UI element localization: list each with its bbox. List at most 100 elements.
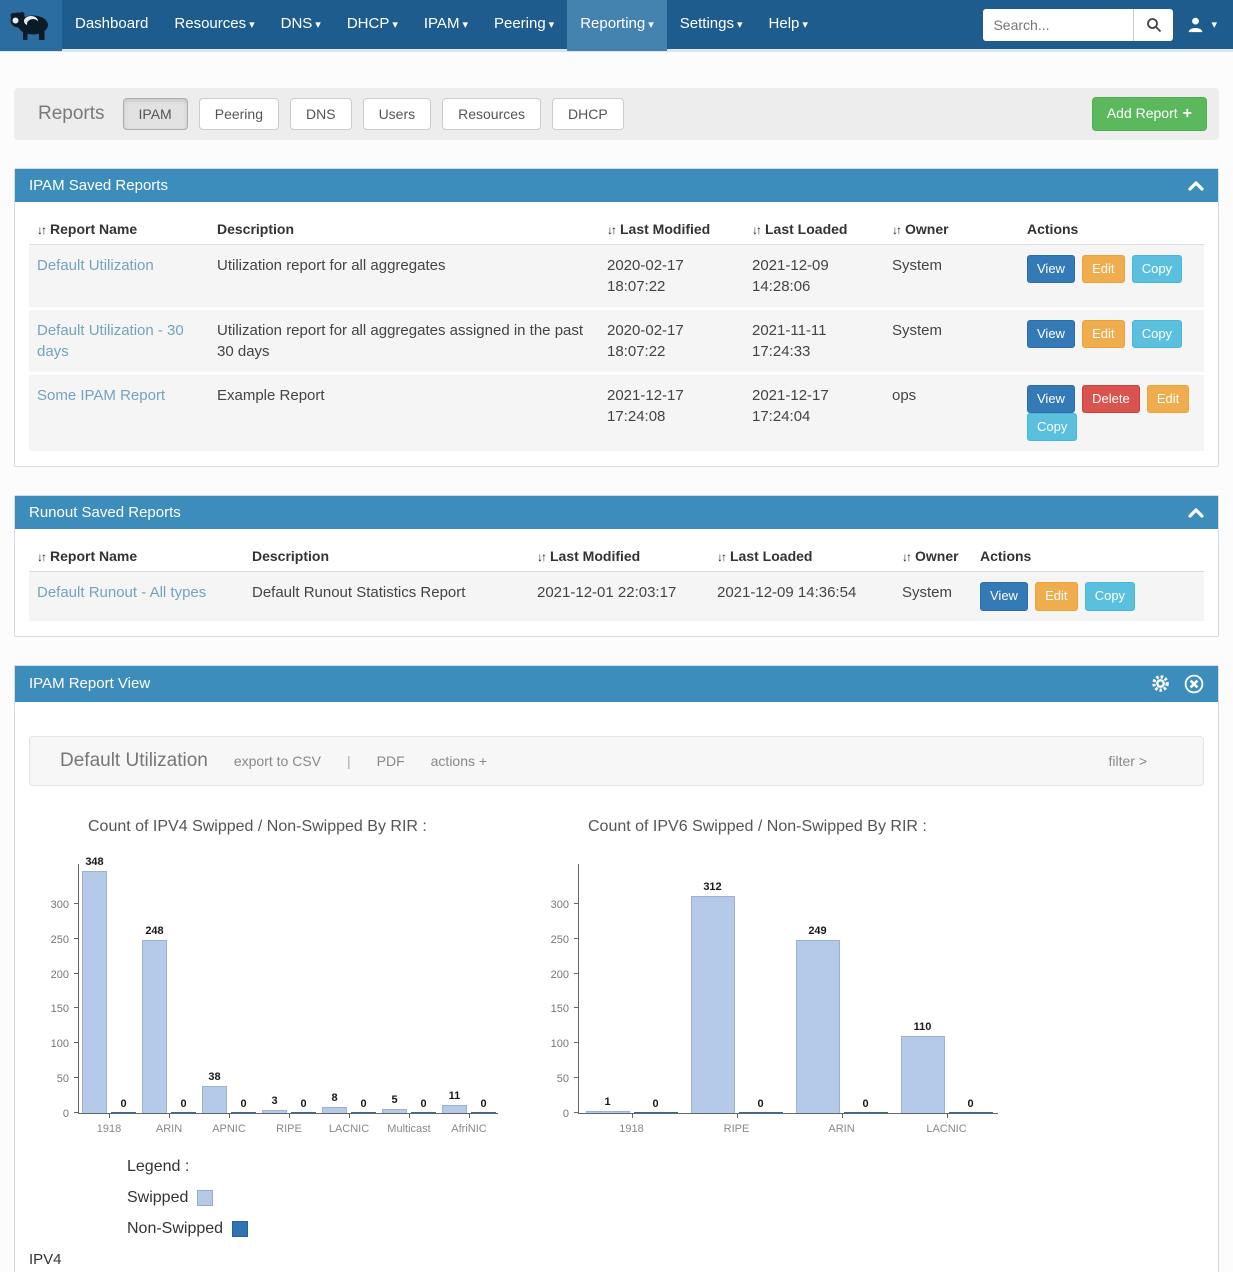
nav-item-peering[interactable]: Peering▾	[481, 0, 567, 51]
bar-value-label: 0	[846, 1098, 886, 1110]
edit-button[interactable]: Edit	[1082, 320, 1124, 348]
tab-resources[interactable]: Resources	[442, 98, 541, 130]
column-header-description[interactable]: Description	[209, 214, 599, 245]
tab-users[interactable]: Users	[363, 98, 432, 130]
bar-value-label: 0	[741, 1098, 781, 1110]
column-header-report-name[interactable]: ↓↑Report Name	[29, 541, 244, 572]
tab-dns[interactable]: DNS	[290, 98, 352, 130]
tab-peering[interactable]: Peering	[199, 98, 279, 130]
report-description: Default Runout Statistics Report	[244, 572, 529, 622]
bar-value-label: 0	[464, 1098, 504, 1110]
provision-logo[interactable]	[0, 0, 62, 51]
column-header-owner[interactable]: ↓↑Owner	[894, 541, 972, 572]
nav-item-help[interactable]: Help▾	[756, 0, 821, 51]
global-search	[983, 9, 1173, 41]
report-link[interactable]: Some IPAM Report	[37, 387, 165, 404]
y-tick-mark	[74, 903, 79, 904]
y-tick-mark	[74, 938, 79, 939]
top-navbar: Dashboard Resources▾ DNS▾ DHCP▾ IPAM▾ Pe…	[0, 0, 1233, 52]
bar-value-label: 0	[164, 1098, 204, 1110]
column-header-last-loaded[interactable]: ↓↑Last Loaded	[709, 541, 894, 572]
nav-item-settings[interactable]: Settings▾	[667, 0, 756, 51]
swipped-bar	[82, 871, 107, 1113]
column-header-last-modified[interactable]: ↓↑Last Modified	[529, 541, 709, 572]
ipv6-rir-chart: Count of IPV6 Swipped / Non-Swipped By R…	[545, 818, 1025, 1114]
chevron-down-icon: ▾	[549, 19, 555, 31]
search-input[interactable]	[983, 9, 1133, 41]
chevron-down-icon: ▾	[462, 19, 468, 31]
column-header-report-name[interactable]: ↓↑Report Name	[29, 214, 209, 245]
search-icon	[1146, 17, 1162, 33]
bar-value-label: 0	[104, 1098, 144, 1110]
export-pdf-link[interactable]: PDF	[377, 753, 405, 769]
view-button[interactable]: View	[980, 582, 1028, 610]
add-report-button[interactable]: Add Report+	[1092, 97, 1207, 131]
owner: System	[894, 572, 972, 622]
collapse-chevron-up-icon[interactable]	[1188, 507, 1204, 519]
copy-button[interactable]: Copy	[1132, 255, 1182, 283]
y-tick-mark	[574, 973, 579, 974]
x-tick-mark	[947, 1113, 948, 1118]
search-button[interactable]	[1133, 9, 1173, 41]
filter-toggle-link[interactable]: filter >	[1108, 753, 1147, 769]
table-row: Default Utilization Utilization report f…	[29, 245, 1204, 309]
close-icon[interactable]	[1184, 674, 1204, 694]
y-tick-label: 0	[533, 1108, 569, 1120]
y-tick-mark	[574, 1112, 579, 1113]
report-link[interactable]: Default Utilization - 30 days	[37, 322, 184, 360]
column-header-last-loaded[interactable]: ↓↑Last Loaded	[744, 214, 884, 245]
report-link[interactable]: Default Runout - All types	[37, 584, 206, 601]
delete-button[interactable]: Delete	[1082, 385, 1140, 413]
sort-icon: ↓↑	[892, 223, 900, 237]
y-tick-mark	[574, 1042, 579, 1043]
non-swipped-bar	[231, 1112, 256, 1113]
column-header-last-modified[interactable]: ↓↑Last Modified	[599, 214, 744, 245]
nav-item-reporting[interactable]: Reporting▾	[567, 0, 667, 51]
edit-button[interactable]: Edit	[1147, 385, 1189, 413]
ipv4-rir-plot: 050100150200250300348019182480ARIN380APN…	[78, 864, 498, 1114]
user-icon	[1187, 16, 1204, 33]
sort-icon: ↓↑	[37, 223, 45, 237]
last-modified: 2020-02-17 18:07:22	[599, 309, 744, 374]
view-button[interactable]: View	[1027, 385, 1075, 413]
view-button[interactable]: View	[1027, 255, 1075, 283]
x-tick-mark	[229, 1113, 230, 1118]
nav-item-dashboard[interactable]: Dashboard	[62, 0, 161, 51]
collapse-chevron-up-icon[interactable]	[1188, 180, 1204, 192]
nav-item-ipam[interactable]: IPAM▾	[411, 0, 481, 51]
copy-button[interactable]: Copy	[1085, 582, 1135, 610]
actions-menu-link[interactable]: actions +	[431, 753, 487, 769]
y-tick-label: 200	[33, 969, 69, 981]
non-swipped-bar	[291, 1112, 316, 1113]
x-category-label: RIPE	[687, 1123, 787, 1135]
nav-item-dns[interactable]: DNS▾	[268, 0, 334, 51]
edit-button[interactable]: Edit	[1082, 255, 1124, 283]
column-header-owner[interactable]: ↓↑Owner	[884, 214, 1019, 245]
nav-item-resources[interactable]: Resources▾	[161, 0, 267, 51]
x-tick-mark	[349, 1113, 350, 1118]
sort-icon: ↓↑	[752, 223, 760, 237]
edit-button[interactable]: Edit	[1035, 582, 1077, 610]
column-header-actions: Actions	[972, 541, 1204, 572]
owner: System	[884, 245, 1019, 309]
report-link[interactable]: Default Utilization	[37, 257, 154, 274]
swipped-bar	[382, 1109, 407, 1113]
column-header-description[interactable]: Description	[244, 541, 529, 572]
panel-title: IPAM Saved Reports	[29, 177, 168, 194]
copy-button[interactable]: Copy	[1027, 413, 1077, 441]
y-tick-mark	[574, 903, 579, 904]
x-category-label: 1918	[582, 1123, 682, 1135]
x-tick-mark	[169, 1113, 170, 1118]
legend-swatch-swipped	[197, 1190, 213, 1206]
gear-icon[interactable]	[1151, 674, 1170, 693]
export-csv-link[interactable]: export to CSV	[234, 753, 321, 769]
nav-item-dhcp[interactable]: DHCP▾	[334, 0, 411, 51]
copy-button[interactable]: Copy	[1132, 320, 1182, 348]
last-modified: 2021-12-01 22:03:17	[529, 572, 709, 622]
user-menu[interactable]: ▾	[1187, 16, 1217, 33]
tab-ipam[interactable]: IPAM	[123, 98, 188, 130]
tab-dhcp[interactable]: DHCP	[552, 98, 624, 130]
bar-value-label: 1	[588, 1096, 628, 1108]
view-button[interactable]: View	[1027, 320, 1075, 348]
sort-icon: ↓↑	[537, 550, 545, 564]
